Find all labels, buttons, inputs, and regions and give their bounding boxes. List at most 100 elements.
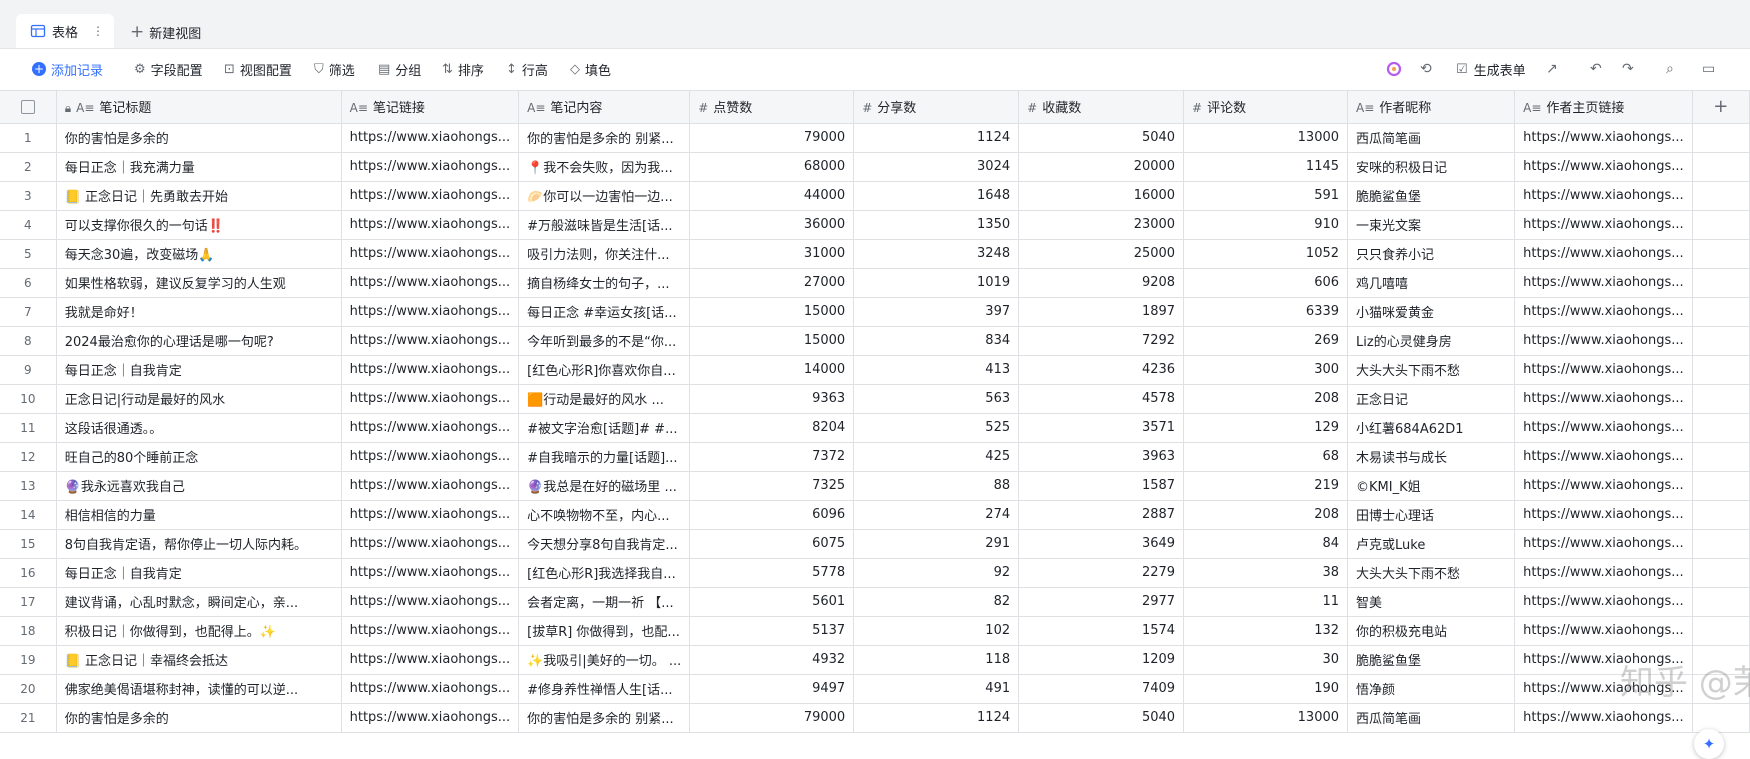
number-cell[interactable]: 3571 — [1018, 413, 1185, 443]
text-cell[interactable]: 积极日记｜你做得到，也配得上。✨ — [56, 616, 342, 646]
text-cell[interactable]: [红色心形R]你喜欢你自... — [518, 355, 691, 385]
number-cell[interactable]: 413 — [853, 355, 1020, 385]
text-cell[interactable]: 脆脆鲨鱼堡 — [1347, 181, 1516, 211]
text-cell[interactable]: 📍我不会失败，因为我... — [518, 152, 691, 182]
text-cell[interactable]: 木易读书与成长 — [1347, 442, 1516, 472]
text-cell[interactable]: https://www.xiaohongs... — [341, 616, 520, 646]
text-cell[interactable]: #被文字治愈[话题]# #... — [518, 413, 691, 443]
text-cell[interactable]: 心不唤物物不至，内心... — [518, 500, 691, 530]
generate-form-button[interactable]: ☑ 生成表单 — [1456, 52, 1526, 86]
number-cell[interactable]: 6339 — [1183, 297, 1349, 327]
text-cell[interactable]: https://www.xiaohongs... — [1514, 210, 1693, 240]
group-button[interactable]: ▤ 分组 — [378, 52, 421, 86]
number-cell[interactable]: 5040 — [1018, 123, 1185, 153]
text-cell[interactable]: https://www.xiaohongs... — [341, 384, 520, 414]
text-cell[interactable]: 安咪的积极日记 — [1347, 152, 1516, 182]
text-cell[interactable]: 2024最治愈你的心理话是哪一句呢? — [56, 326, 342, 356]
number-cell[interactable]: 102 — [853, 616, 1020, 646]
text-cell[interactable]: 你的积极充电站 — [1347, 616, 1516, 646]
text-cell[interactable]: 今天想分享8句自我肯定... — [518, 529, 691, 559]
number-cell[interactable]: 491 — [853, 674, 1020, 704]
table-row[interactable]: 7 我就是命好！ https://www.xiaohongs... 每日正念 #幸运女… — [0, 297, 1750, 327]
column-header-shares[interactable]: # 分享数 — [853, 91, 1020, 124]
number-cell[interactable]: 525 — [853, 413, 1020, 443]
text-cell[interactable]: 📒 正念日记｜幸福终会抵达 — [56, 645, 342, 675]
text-cell[interactable]: https://www.xiaohongs... — [341, 268, 520, 298]
text-cell[interactable]: https://www.xiaohongs... — [1514, 442, 1693, 472]
number-cell[interactable]: 1350 — [853, 210, 1020, 240]
text-cell[interactable]: https://www.xiaohongs... — [341, 152, 520, 182]
text-cell[interactable]: 你的害怕是多余的 别紧... — [518, 703, 691, 733]
table-row[interactable]: 12 旺自己的80个睡前正念 https://www.xiaohongs... #自我… — [0, 442, 1750, 472]
text-cell[interactable]: https://www.xiaohongs... — [341, 181, 520, 211]
text-cell[interactable]: 每天念30遍，改变磁场🙏 — [56, 239, 342, 269]
text-cell[interactable]: https://www.xiaohongs... — [1514, 152, 1693, 182]
table-row[interactable]: 15 8句自我肯定语，帮你停止一切人际内耗。 https://www.xiaohon… — [0, 529, 1750, 559]
number-cell[interactable]: 3024 — [853, 152, 1020, 182]
text-cell[interactable]: https://www.xiaohongs... — [1514, 181, 1693, 211]
text-cell[interactable]: https://www.xiaohongs... — [1514, 529, 1693, 559]
text-cell[interactable]: 吸引力法则，你关注什... — [518, 239, 691, 269]
history-icon[interactable]: ⟲ — [1420, 52, 1432, 86]
view-config-button[interactable]: ⊡ 视图配置 — [224, 52, 292, 86]
number-cell[interactable]: 44000 — [689, 181, 855, 211]
text-cell[interactable]: 相信相信的力量 — [56, 500, 342, 530]
number-cell[interactable]: 1124 — [853, 703, 1020, 733]
sort-button[interactable]: ⇅ 排序 — [442, 52, 484, 86]
number-cell[interactable]: 9497 — [689, 674, 855, 704]
table-row[interactable]: 2 每日正念｜我充满力量 https://www.xiaohongs... 📍我不会失… — [0, 152, 1750, 182]
text-cell[interactable]: 小红薯684A62D1 — [1347, 413, 1516, 443]
number-cell[interactable]: 1124 — [853, 123, 1020, 153]
text-cell[interactable]: 智美 — [1347, 587, 1516, 617]
number-cell[interactable]: 1019 — [853, 268, 1020, 298]
text-cell[interactable]: 这段话很通透。。 — [56, 413, 342, 443]
text-cell[interactable]: 今年听到最多的不是“你... — [518, 326, 691, 356]
text-cell[interactable]: #万般滋味皆是生活[话... — [518, 210, 691, 240]
number-cell[interactable]: 300 — [1183, 355, 1349, 385]
column-header-title[interactable]: 🔒︎ A≡ 笔记标题 — [56, 91, 342, 124]
number-cell[interactable]: 2887 — [1018, 500, 1185, 530]
number-cell[interactable]: 92 — [853, 558, 1020, 588]
text-cell[interactable]: https://www.xiaohongs... — [341, 442, 520, 472]
table-row[interactable]: 13 🔮我永远喜欢我自己 https://www.xiaohongs... 🔮我总是在… — [0, 471, 1750, 501]
text-cell[interactable]: 🔮我永远喜欢我自己 — [56, 471, 342, 501]
text-cell[interactable]: https://www.xiaohongs... — [1514, 645, 1693, 675]
number-cell[interactable]: 88 — [853, 471, 1020, 501]
number-cell[interactable]: 38 — [1183, 558, 1349, 588]
text-cell[interactable]: https://www.xiaohongs... — [341, 210, 520, 240]
number-cell[interactable]: 16000 — [1018, 181, 1185, 211]
table-row[interactable]: 21 你的害怕是多余的 https://www.xiaohongs... 你的害怕是多… — [0, 703, 1750, 733]
select-all-checkbox[interactable] — [0, 91, 57, 124]
number-cell[interactable]: 291 — [853, 529, 1020, 559]
number-cell[interactable]: 1648 — [853, 181, 1020, 211]
table-row[interactable]: 6 如果性格软弱，建议反复学习的人生观 https://www.xiaohongs.… — [0, 268, 1750, 298]
text-cell[interactable]: 卢克或Luke — [1347, 529, 1516, 559]
text-cell[interactable]: ©KMI_K姐 — [1347, 471, 1516, 501]
number-cell[interactable]: 8204 — [689, 413, 855, 443]
number-cell[interactable]: 3649 — [1018, 529, 1185, 559]
text-cell[interactable]: https://www.xiaohongs... — [341, 674, 520, 704]
text-cell[interactable]: 正念日记|行动是最好的风水 — [56, 384, 342, 414]
number-cell[interactable]: 23000 — [1018, 210, 1185, 240]
text-cell[interactable]: 每日正念｜自我肯定 — [56, 558, 342, 588]
number-cell[interactable]: 1897 — [1018, 297, 1185, 327]
new-view-button[interactable]: + 新建视图 — [130, 22, 201, 42]
column-header-author[interactable]: A≡ 作者昵称 — [1347, 91, 1516, 124]
table-row[interactable]: 18 积极日记｜你做得到，也配得上。✨ https://www.xiaohongs.… — [0, 616, 1750, 646]
table-row[interactable]: 16 每日正念｜自我肯定 https://www.xiaohongs... [红色心形… — [0, 558, 1750, 588]
column-header-link[interactable]: A≡ 笔记链接 — [341, 91, 520, 124]
table-row[interactable]: 14 相信相信的力量 https://www.xiaohongs... 心不唤物物不至… — [0, 500, 1750, 530]
add-column-button[interactable]: + — [1692, 91, 1750, 124]
column-header-author-link[interactable]: A≡ 作者主页链接 — [1514, 91, 1693, 124]
text-cell[interactable]: https://www.xiaohongs... — [341, 123, 520, 153]
text-cell[interactable]: 每日正念｜我充满力量 — [56, 152, 342, 182]
number-cell[interactable]: 25000 — [1018, 239, 1185, 269]
text-cell[interactable]: 旺自己的80个睡前正念 — [56, 442, 342, 472]
text-cell[interactable]: https://www.xiaohongs... — [1514, 674, 1693, 704]
number-cell[interactable]: 5778 — [689, 558, 855, 588]
text-cell[interactable]: 脆脆鲨鱼堡 — [1347, 645, 1516, 675]
table-row[interactable]: 1 你的害怕是多余的 https://www.xiaohongs... 你的害怕是多余… — [0, 123, 1750, 153]
text-cell[interactable]: https://www.xiaohongs... — [341, 587, 520, 617]
number-cell[interactable]: 7325 — [689, 471, 855, 501]
number-cell[interactable]: 274 — [853, 500, 1020, 530]
